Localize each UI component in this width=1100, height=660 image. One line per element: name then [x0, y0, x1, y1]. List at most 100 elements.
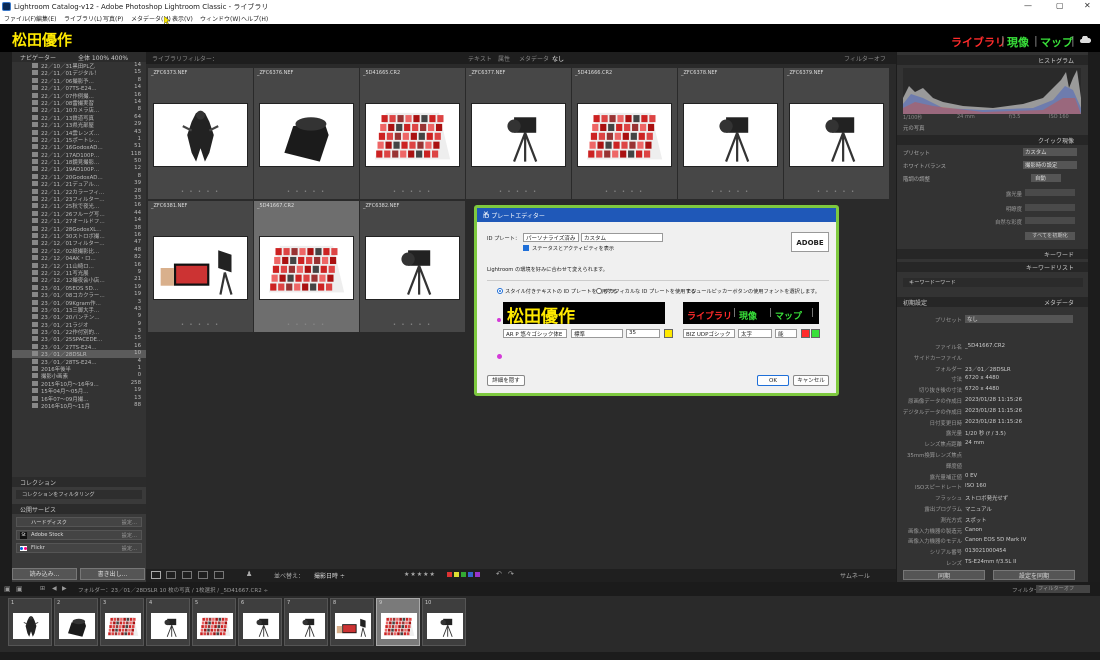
folder-item[interactable]: 23／01／20バンチン… 9 [12, 313, 146, 321]
filmstrip-thumb[interactable]: 2 [54, 598, 98, 646]
label-green[interactable] [461, 572, 466, 577]
folder-item[interactable]: 22／11／23フィルター… 33 [12, 195, 146, 203]
folder-item[interactable]: 22／11／16GodoxAD… 51 [12, 143, 146, 151]
folder-item[interactable]: 23／01／28TS-E24… 4 [12, 358, 146, 366]
keyword-filter-input[interactable]: キーワードーワード [903, 278, 1083, 287]
publish-adobe-stock[interactable]: St Adobe Stock 設定... [16, 530, 142, 540]
dialog-close-icon[interactable]: ✕ [483, 210, 830, 218]
folder-item[interactable]: 22／11／15ポートレ… 1 [12, 136, 146, 144]
menu-photo[interactable]: 写真(P) [103, 14, 123, 23]
folder-item[interactable]: 22／11／28GodoxXL… 38 [12, 225, 146, 233]
filmstrip-thumb[interactable]: 7 [284, 598, 328, 646]
folder-item[interactable]: 15年04月〜05月… 19 [12, 387, 146, 395]
filmstrip-source-path[interactable]: フォルダー：23／01／28DSLR 10 枚の写真 / 1枚選択 / _5D4… [78, 586, 268, 594]
cancel-button[interactable]: キャンセル [793, 375, 829, 386]
back-arrow-icon[interactable]: ◀ [52, 585, 57, 592]
filter-tab-metadata[interactable]: メタデータ [519, 54, 549, 63]
close-window-button[interactable]: ✕ [1084, 1, 1091, 10]
metadata-value[interactable]: ISO 160 [965, 483, 986, 489]
folder-tree[interactable]: 22／10／31黒田PL乙 14 22／11／01デジタル！ 15 22／11／06撮影… [12, 62, 146, 477]
metadata-value[interactable]: マニュアル [965, 505, 992, 513]
plate-preview-box[interactable]: 松田優作 [503, 302, 665, 327]
metadata-value[interactable]: スポット [965, 516, 987, 524]
metadata-value[interactable]: _5D41667.CR2 [965, 343, 1005, 349]
second-monitor-icon[interactable]: ▣ [16, 585, 23, 593]
folder-item[interactable]: 22／11／26フルーグ写… 44 [12, 210, 146, 218]
photo-thumbnail[interactable] [365, 236, 460, 300]
folder-item[interactable]: 22／11／14雲レンズ… 43 [12, 129, 146, 137]
folder-item[interactable]: 22／11／06撮影予… 8 [12, 77, 146, 85]
grid-cell[interactable]: _ZFC6378.NEF • • • • • [678, 68, 783, 199]
minimize-button[interactable]: — [1024, 1, 1032, 10]
metadata-value[interactable]: 013021000454 [965, 548, 1006, 554]
publish-adobe-stock-settings[interactable]: 設定... [122, 532, 137, 539]
module-color-swatch-active[interactable] [801, 329, 810, 338]
folder-item[interactable]: 22／11／18鏡見撮影… 50 [12, 158, 146, 166]
menu-help[interactable]: ヘルプ(H) [241, 14, 268, 23]
grid-cell[interactable]: _ZFC6377.NEF • • • • • [466, 68, 571, 199]
folder-item[interactable]: 22／12／02紙撮影比… 48 [12, 247, 146, 255]
collection-filter-item[interactable]: コレクションをフィルタリング [16, 490, 142, 499]
folder-item[interactable]: 23／01／21ラジオ 9 [12, 321, 146, 329]
metadata-value[interactable]: 1/20 秒 (f / 3.5) [965, 429, 1006, 437]
grid-cell[interactable]: _ZFC6379.NEF • • • • • [784, 68, 889, 199]
auto-tone-button[interactable]: 自動 [1031, 174, 1061, 182]
publish-harddisk[interactable]: ハードディスク 設定... [16, 517, 142, 527]
folder-item[interactable]: 2016年後半 1 [12, 365, 146, 373]
label-red[interactable] [447, 572, 452, 577]
clarity-buttons[interactable] [1025, 204, 1075, 211]
menu-file[interactable]: ファイル(F) [4, 14, 36, 23]
id-plate-select[interactable]: パーソナライズ済み [523, 233, 579, 242]
metadata-value[interactable]: Canon EOS 5D Mark IV [965, 537, 1026, 543]
photo-thumbnail[interactable] [683, 103, 778, 167]
quick-develop-header[interactable]: クイック現像 [897, 135, 1088, 145]
grid-cell[interactable]: _5D41666.CR2 • • • • • [572, 68, 677, 199]
folder-item[interactable]: 22／11／25秋で夜光… 16 [12, 202, 146, 210]
module-size-select[interactable]: 能 [775, 329, 797, 338]
folder-item[interactable]: 2016年10月〜11月 88 [12, 402, 146, 410]
keyword-list-header[interactable]: キーワードリスト [897, 262, 1088, 272]
survey-view-icon[interactable] [198, 571, 208, 579]
label-yellow[interactable] [454, 572, 459, 577]
filter-tab-text[interactable]: テキスト [468, 54, 492, 63]
module-map[interactable]: マップ [1040, 34, 1073, 50]
filmstrip-thumb[interactable]: 5 [192, 598, 236, 646]
photo-thumbnail[interactable] [789, 103, 884, 167]
metadata-default-dropdown[interactable]: 初期設定 [903, 298, 927, 307]
folder-item[interactable]: 22／11／07TS-E24… 14 [12, 84, 146, 92]
publish-services-header[interactable]: 公開サービス [12, 504, 146, 514]
quick-preset-dropdown[interactable]: カスタム [1023, 148, 1077, 156]
folder-item[interactable]: 23／01／22作付別的… 3 [12, 328, 146, 336]
folder-item[interactable]: 23／01／27TS-E24… 16 [12, 343, 146, 351]
maximize-button[interactable]: ▢ [1056, 1, 1064, 10]
keyword-header[interactable]: キーワード [897, 249, 1088, 259]
folder-item[interactable]: 23／01／28DSLR 10 [12, 350, 146, 358]
folder-item[interactable]: 22／11／19AD100P… 12 [12, 165, 146, 173]
module-color-swatch-inactive[interactable] [811, 329, 820, 338]
photo-thumbnail[interactable] [153, 236, 248, 300]
grid-cell[interactable]: _ZFC6382.NEF • • • • • [360, 201, 465, 332]
show-status-checkbox[interactable] [523, 245, 529, 251]
folder-item[interactable]: 23／01／09Kgram作… 3 [12, 299, 146, 307]
metadata-value[interactable]: 6720 x 4480 [965, 375, 999, 381]
spray-can-icon[interactable]: ♟ [246, 570, 252, 578]
metadata-value[interactable]: 23／01／28DSLR [965, 365, 1011, 373]
grid-cell[interactable]: _ZFC6373.NEF • • • • • [148, 68, 253, 199]
metadata-value[interactable]: ストロボ発光せず [965, 494, 1008, 502]
photo-thumbnail[interactable] [577, 103, 672, 167]
plate-font-select[interactable]: AR P 悠々ゴシック体E [503, 329, 567, 338]
metadata-value[interactable]: Canon [965, 527, 982, 533]
folder-item[interactable]: 22／11／13県光部屋 29 [12, 121, 146, 129]
metadata-value[interactable]: TS-E24mm f/3.5L II [965, 559, 1016, 565]
folder-item[interactable]: 撮影小画素 0 [12, 372, 146, 380]
folder-item[interactable]: 22／11／21デュアル… 39 [12, 180, 146, 188]
metadata-value[interactable]: 2023/01/28 11:15:26 [965, 397, 1022, 403]
folder-item[interactable]: 2015年10月〜16年9… 258 [12, 380, 146, 388]
original-photo-toggle[interactable]: 元の写真 [903, 124, 925, 132]
folder-item[interactable]: 23／01／05EOS 5D… 19 [12, 284, 146, 292]
folder-item[interactable]: 23／01／08コカクラー… 19 [12, 291, 146, 299]
navigator-zoom[interactable]: 全体 100% 400% [78, 53, 128, 62]
grid-small-icon[interactable]: ⊞ [40, 585, 45, 592]
loupe-view-icon[interactable] [166, 571, 176, 579]
menu-library[interactable]: ライブラリ(L) [64, 14, 102, 23]
